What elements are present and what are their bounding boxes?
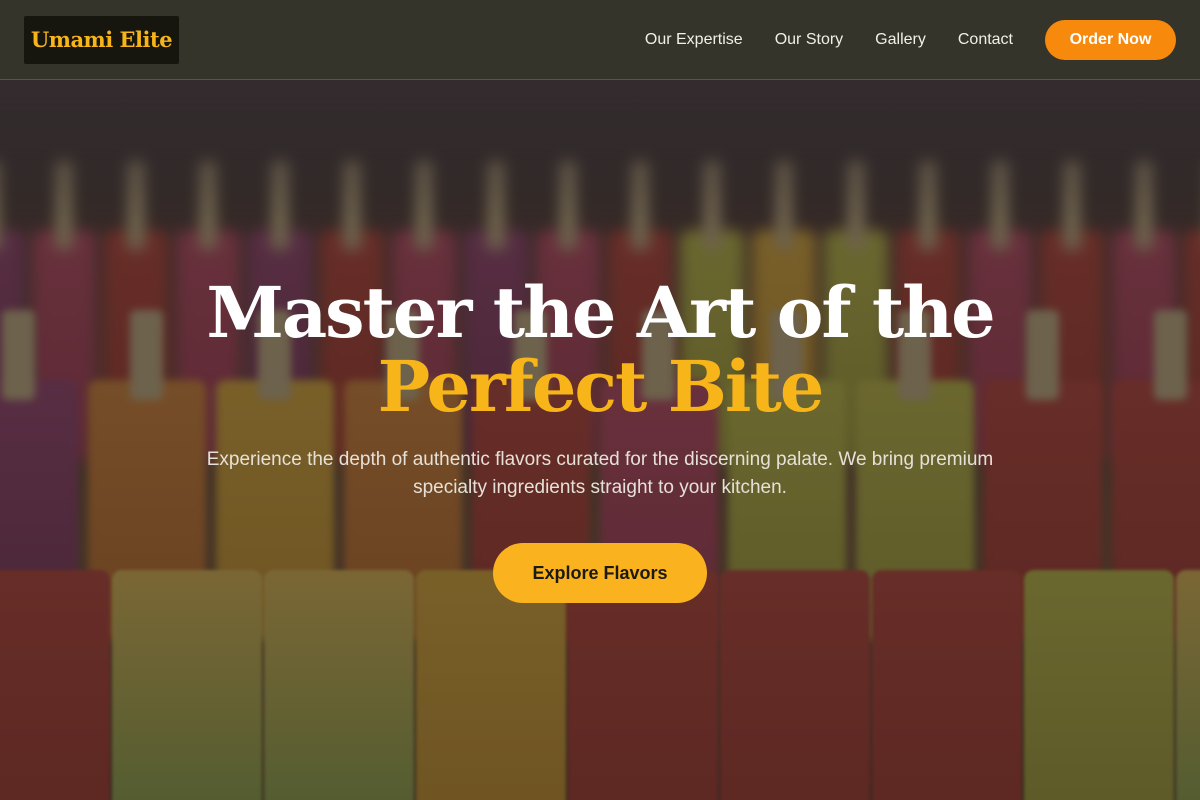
- hero-headline: Master the Art of the Perfect Bite: [100, 276, 1100, 424]
- order-now-button[interactable]: Order Now: [1045, 20, 1176, 60]
- logo[interactable]: Umami Elite: [24, 16, 179, 64]
- nav-our-expertise[interactable]: Our Expertise: [645, 31, 743, 49]
- nav-contact[interactable]: Contact: [958, 31, 1013, 49]
- explore-flavors-button[interactable]: Explore Flavors: [493, 543, 707, 603]
- page: Umami Elite Our Expertise Our Story Gall…: [0, 0, 1200, 800]
- site-header: Umami Elite Our Expertise Our Story Gall…: [0, 0, 1200, 80]
- hero-content: Master the Art of the Perfect Bite Exper…: [0, 80, 1200, 800]
- headline-line-2: Perfect Bite: [377, 345, 825, 428]
- main-nav: Our Expertise Our Story Gallery Contact …: [645, 0, 1176, 80]
- headline-line-1: Master the Art of the: [206, 271, 995, 354]
- nav-our-story[interactable]: Our Story: [775, 31, 843, 49]
- hero-subtitle: Experience the depth of authentic flavor…: [206, 449, 994, 498]
- nav-gallery[interactable]: Gallery: [875, 31, 926, 49]
